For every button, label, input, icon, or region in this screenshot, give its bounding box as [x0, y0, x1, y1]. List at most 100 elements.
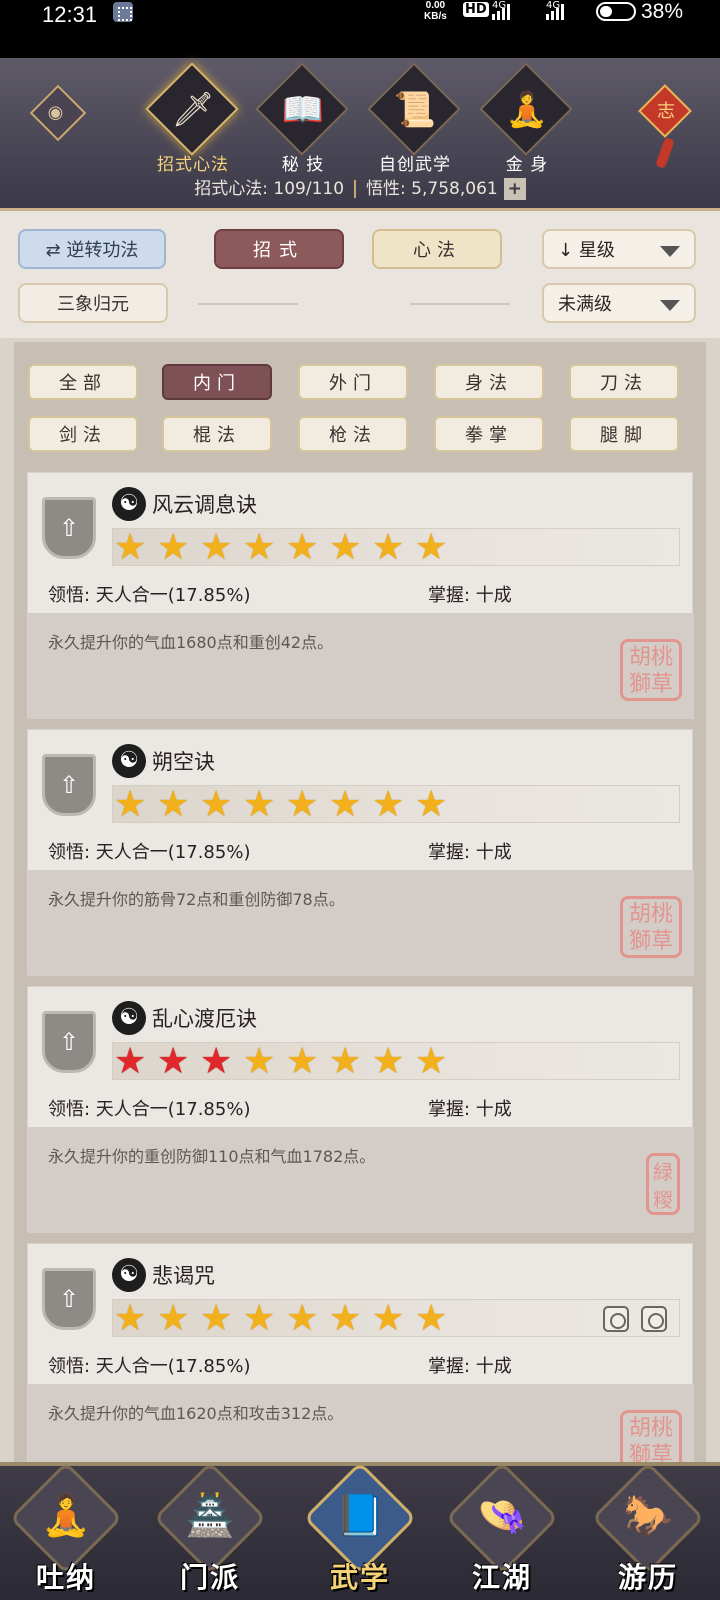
skill-card[interactable]: ⇧ ☯ 悲谒咒 ★ ★ ★ ★ ★ ★ ★ ★ 领悟: 天人合一(17.85%) 掌握: 十成…	[27, 1243, 694, 1462]
category-waimen[interactable]: 外门	[298, 364, 408, 400]
tab-zichuang-wuxue[interactable]: 📜 自创武学	[360, 62, 470, 178]
upgrade-badge-icon[interactable]: ⇧	[42, 497, 96, 559]
status-bar: 12:31 0.00 KB/s HD 4G 4G 38%	[0, 0, 720, 58]
tab-zhaoshi-xinfa[interactable]: 🗡 招式心法	[138, 62, 248, 178]
nav-jianghu[interactable]: 👒 江湖	[445, 1461, 559, 1600]
signal-icon-1	[492, 4, 510, 20]
nav-menpai[interactable]: 🏯 门派	[153, 1461, 267, 1600]
gold-star-icon: ★	[372, 1298, 405, 1339]
category-quanzhang[interactable]: 拳掌	[434, 416, 544, 452]
scroll-icon: 📜	[393, 90, 437, 130]
lingwu-text: 领悟: 天人合一(17.85%)	[48, 1356, 251, 1377]
chevron-down-icon	[660, 300, 680, 311]
zhangwo-text: 掌握: 十成	[428, 585, 512, 606]
star-rating: ★ ★ ★ ★ ★ ★ ★ ★	[112, 527, 680, 568]
divider-ornament-left	[198, 303, 298, 305]
gold-star-icon: ★	[200, 1298, 233, 1339]
category-qiangfa[interactable]: 枪法	[298, 416, 408, 452]
swap-icon: ⇄	[45, 240, 61, 261]
skill-card[interactable]: ⇧ ☯ 朔空诀 ★ ★ ★ ★ ★ ★ ★ ★ 领悟: 天人合一(17.85%) 掌握: 十成…	[27, 729, 694, 976]
skill-name: 朔空诀	[152, 750, 215, 774]
banner-icon: 🏯	[185, 1493, 235, 1539]
gold-star-icon: ★	[114, 1298, 147, 1339]
tab-xinfa[interactable]: 心法	[372, 229, 502, 269]
category-all[interactable]: 全部	[28, 364, 138, 400]
seal-stamp: 胡桃 獅草	[620, 1410, 682, 1462]
gold-star-icon: ★	[372, 784, 405, 825]
sort-dropdown[interactable]: ↓ 星级	[542, 229, 696, 269]
tab-zhaoshi[interactable]: 招式	[214, 229, 344, 269]
sanxiang-guiyuan-button[interactable]: 三象归元	[18, 283, 168, 323]
net-speed: 0.00 KB/s	[424, 0, 447, 22]
star-rating: ★ ★ ★ ★ ★ ★ ★ ★	[112, 1041, 680, 1082]
chevron-down-icon	[660, 246, 680, 257]
category-jianfa[interactable]: 剑法	[28, 416, 138, 452]
gold-star-icon: ★	[415, 1298, 448, 1339]
gold-star-icon: ★	[329, 527, 362, 568]
upgrade-badge-icon[interactable]: ⇧	[42, 1268, 96, 1330]
gold-star-icon: ★	[286, 527, 319, 568]
tab-miji[interactable]: 📖 秘 技	[248, 62, 358, 178]
reverse-gongfa-button[interactable]: ⇄ 逆转功法	[18, 229, 166, 269]
skill-name: 风云调息诀	[152, 493, 257, 517]
nav-wuxue[interactable]: 📘 武学	[303, 1461, 417, 1600]
skill-card[interactable]: ⇧ ☯ 风云调息诀 ★ ★ ★ ★ ★ ★ ★ ★ 领悟: 天人合一(17.85%) 掌握: …	[27, 472, 694, 719]
skill-list-panel: 全部 内门 外门 身法 刀法 剑法 棍法 枪法 拳掌 腿脚 ⇧ ☯ 风云调息诀 …	[14, 342, 706, 1462]
eye-icon[interactable]: ◉	[29, 84, 87, 142]
gold-star-icon: ★	[415, 784, 448, 825]
gold-star-icon: ★	[329, 1298, 362, 1339]
upgrade-badge-icon[interactable]: ⇧	[42, 1011, 96, 1073]
skill-description: 永久提升你的重创防御110点和气血1782点。 緑 糉	[28, 1127, 694, 1233]
lingwu-text: 领悟: 天人合一(17.85%)	[48, 585, 251, 606]
red-star-icon: ★	[114, 1041, 147, 1082]
zhaoshi-count: 招式心法: 109/110	[194, 179, 345, 199]
category-shenfa[interactable]: 身法	[434, 364, 544, 400]
straw-hat-icon: 👒	[477, 1493, 527, 1539]
yin-yang-icon: ☯	[112, 1258, 146, 1292]
red-star-icon: ★	[200, 1041, 233, 1082]
gold-star-icon: ★	[114, 527, 147, 568]
gold-star-icon: ★	[286, 784, 319, 825]
gold-star-icon: ★	[243, 1041, 276, 1082]
nav-youli[interactable]: 🐎 游历	[591, 1461, 705, 1600]
gem-slot-icon[interactable]	[641, 1306, 667, 1332]
gold-star-icon: ★	[286, 1298, 319, 1339]
skill-card[interactable]: ⇧ ☯ 乱心渡厄诀 ★ ★ ★ ★ ★ ★ ★ ★ 领悟: 天人合一(17.85%) 掌握: …	[27, 986, 694, 1233]
level-dropdown[interactable]: 未满级	[542, 283, 696, 323]
star-rating: ★ ★ ★ ★ ★ ★ ★ ★	[112, 784, 680, 825]
upgrade-badge-icon[interactable]: ⇧	[42, 754, 96, 816]
monk-icon: 🧘	[41, 1493, 91, 1539]
sword-icon: 🗡	[171, 90, 215, 130]
yin-yang-icon: ☯	[112, 744, 146, 778]
zhangwo-text: 掌握: 十成	[428, 1099, 512, 1120]
gold-star-icon: ★	[243, 527, 276, 568]
tab-jinshen[interactable]: 🧘 金 身	[472, 62, 582, 178]
gold-star-icon: ★	[415, 527, 448, 568]
app-notification-icon	[113, 2, 133, 22]
horse-icon: 🐎	[623, 1493, 673, 1539]
yin-yang-icon: ☯	[112, 487, 146, 521]
wuxing-value: 悟性: 5,758,061	[366, 179, 498, 199]
plus-button[interactable]: +	[503, 178, 526, 200]
knot-text: 志	[657, 101, 675, 122]
lingwu-text: 领悟: 天人合一(17.85%)	[48, 1099, 251, 1120]
nav-tuna[interactable]: 🧘 吐纳	[9, 1461, 123, 1600]
divider-ornament-right	[410, 303, 510, 305]
knot-ornament-button[interactable]: 志	[636, 68, 696, 178]
category-neimen[interactable]: 内门	[162, 364, 272, 400]
category-tuijiao[interactable]: 腿脚	[569, 416, 679, 452]
hd-icon: HD	[463, 2, 489, 17]
manual-icon: 📘	[335, 1493, 385, 1539]
gold-star-icon: ★	[200, 784, 233, 825]
gold-star-icon: ★	[286, 1041, 319, 1082]
skill-name: 乱心渡厄诀	[152, 1007, 257, 1031]
book-icon: 📖	[281, 90, 325, 130]
sort-arrow-icon: ↓	[558, 240, 574, 261]
category-gunfa[interactable]: 棍法	[162, 416, 272, 452]
gold-star-icon: ★	[243, 784, 276, 825]
battery-percent: 38%	[641, 0, 684, 23]
gold-star-icon: ★	[114, 784, 147, 825]
gem-slot-icon[interactable]	[603, 1306, 629, 1332]
category-daofa[interactable]: 刀法	[569, 364, 679, 400]
gold-star-icon: ★	[200, 527, 233, 568]
